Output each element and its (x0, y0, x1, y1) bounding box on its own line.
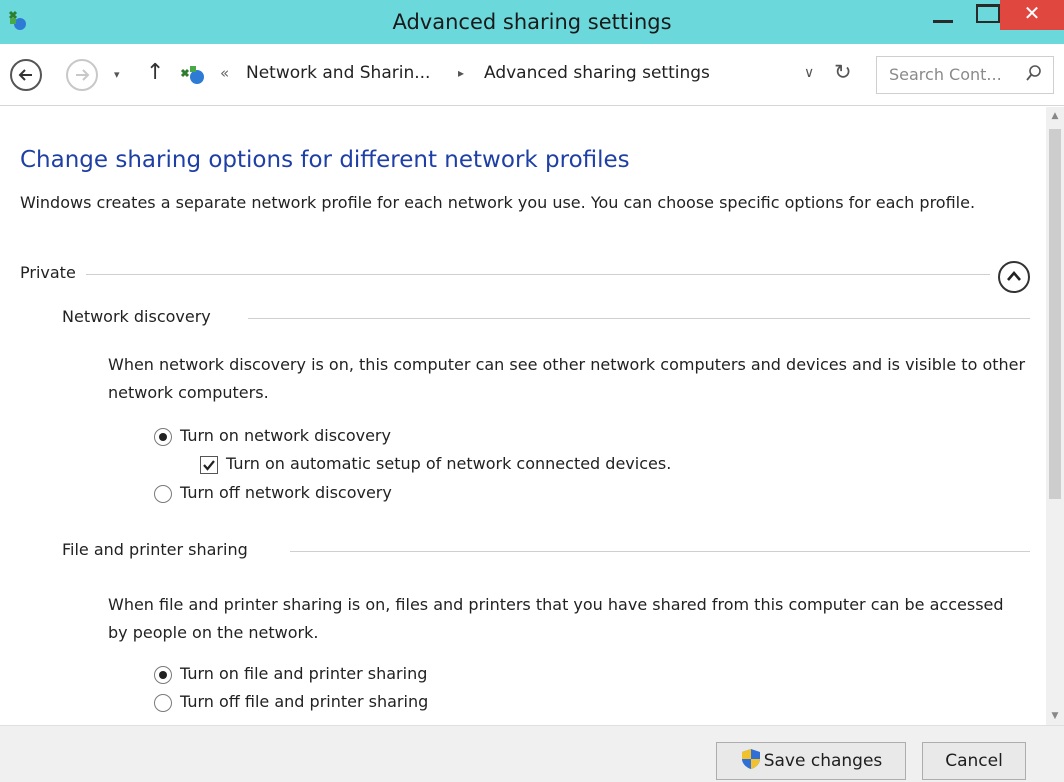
option-label: Turn on file and printer sharing (180, 664, 428, 683)
close-button[interactable]: ✕ (1000, 0, 1064, 30)
section-network-discovery: Network discovery (62, 307, 1030, 329)
divider (290, 551, 1030, 552)
divider (80, 274, 990, 275)
uac-shield-icon (741, 749, 760, 769)
footer-bar: Save changes Cancel (0, 725, 1064, 782)
option-label: Turn off network discovery (180, 483, 392, 502)
save-changes-label: Save changes (763, 751, 883, 771)
checkbox[interactable] (200, 456, 218, 474)
breadcrumb-advanced-sharing[interactable]: Advanced sharing settings (484, 63, 710, 83)
vertical-scrollbar[interactable]: ▲ ▼ (1046, 107, 1064, 725)
section-title: File and printer sharing (62, 540, 258, 559)
radio-button[interactable] (154, 428, 172, 446)
section-title: Network discovery (62, 307, 221, 326)
radio-network-discovery-off[interactable]: Turn off network discovery (154, 482, 574, 506)
radio-button[interactable] (154, 666, 172, 684)
forward-arrow-icon (76, 69, 90, 81)
forward-button[interactable] (66, 59, 98, 91)
up-button[interactable]: ↑ (146, 60, 164, 85)
divider (248, 318, 1030, 319)
collapse-button[interactable] (998, 261, 1030, 293)
network-sharing-icon (180, 66, 204, 84)
settings-content: Change sharing options for different net… (0, 107, 1046, 725)
search-input[interactable] (889, 65, 1019, 84)
radio-button[interactable] (154, 694, 172, 712)
back-button[interactable] (10, 59, 42, 91)
page-intro: Windows creates a separate network profi… (20, 193, 976, 212)
back-arrow-icon (18, 69, 32, 81)
profile-label: Private (20, 263, 86, 282)
breadcrumb-separator[interactable]: ▸ (458, 66, 464, 80)
page-title: Change sharing options for different net… (20, 147, 630, 173)
scroll-thumb[interactable] (1049, 129, 1061, 499)
search-icon[interactable] (1025, 64, 1043, 84)
profile-header-private[interactable]: Private (20, 263, 990, 285)
title-bar: Advanced sharing settings ✕ (0, 0, 1064, 44)
scroll-up-button[interactable]: ▲ (1046, 107, 1064, 125)
save-changes-button[interactable]: Save changes (716, 742, 906, 780)
option-label: Turn off file and printer sharing (180, 692, 429, 711)
radio-button[interactable] (154, 485, 172, 503)
recent-locations-button[interactable]: ▾ (114, 68, 120, 81)
checkmark-icon (203, 460, 215, 471)
radio-file-sharing-on[interactable]: Turn on file and printer sharing (154, 663, 574, 687)
address-bar: ▾ ↑ « Network and Sharin... ▸ Advanced s… (0, 44, 1064, 106)
checkbox-automatic-setup[interactable]: Turn on automatic setup of network conne… (200, 453, 760, 477)
option-label: Turn on automatic setup of network conne… (226, 454, 672, 473)
window-title: Advanced sharing settings (392, 10, 672, 34)
minimize-button[interactable] (920, 0, 966, 30)
maximize-button[interactable] (966, 0, 1000, 30)
address-dropdown-button[interactable]: ∨ (804, 65, 814, 81)
refresh-button[interactable]: ↻ (834, 60, 852, 84)
search-box[interactable] (876, 56, 1054, 94)
section-description: When network discovery is on, this compu… (108, 355, 1026, 402)
radio-network-discovery-on[interactable]: Turn on network discovery (154, 425, 574, 449)
radio-file-sharing-off[interactable]: Turn off file and printer sharing (154, 691, 574, 715)
section-description: When file and printer sharing is on, fil… (108, 595, 1004, 642)
section-file-printer-sharing: File and printer sharing (62, 540, 1030, 562)
breadcrumb-network-and-sharing[interactable]: Network and Sharin... (246, 63, 430, 83)
chevron-up-icon (1007, 271, 1021, 281)
scroll-down-button[interactable]: ▼ (1046, 707, 1064, 725)
breadcrumb-overflow[interactable]: « (220, 64, 229, 82)
cancel-button[interactable]: Cancel (922, 742, 1026, 780)
option-label: Turn on network discovery (180, 426, 391, 445)
